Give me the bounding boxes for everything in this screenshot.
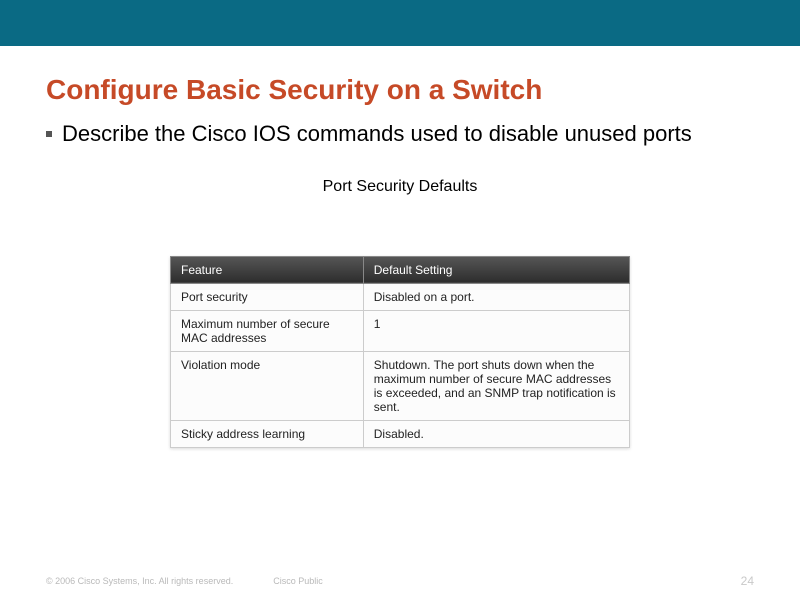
bullet-text: Describe the Cisco IOS commands used to … [62,120,692,148]
cell-setting: Disabled. [363,420,629,447]
footer-left: © 2006 Cisco Systems, Inc. All rights re… [46,576,323,586]
col-header-setting: Default Setting [363,256,629,283]
bullet-item: Describe the Cisco IOS commands used to … [46,120,754,148]
footer-label: Cisco Public [273,576,323,586]
table-row: Violation mode Shutdown. The port shuts … [171,351,630,420]
table-row: Sticky address learning Disabled. [171,420,630,447]
slide-content: Configure Basic Security on a Switch Des… [0,46,800,448]
slide-title: Configure Basic Security on a Switch [46,74,754,106]
col-header-feature: Feature [171,256,364,283]
table-row: Maximum number of secure MAC addresses 1 [171,310,630,351]
table-header-row: Feature Default Setting [171,256,630,283]
figure-container: Port Security Defaults Feature Default S… [46,178,754,448]
cell-feature: Violation mode [171,351,364,420]
footer-copyright: © 2006 Cisco Systems, Inc. All rights re… [46,576,233,586]
cell-feature: Port security [171,283,364,310]
cell-feature: Maximum number of secure MAC addresses [171,310,364,351]
page-number: 24 [741,574,754,588]
cell-setting: Disabled on a port. [363,283,629,310]
cell-feature: Sticky address learning [171,420,364,447]
top-accent-bar [0,0,800,46]
cell-setting: 1 [363,310,629,351]
figure-title: Port Security Defaults [46,178,754,196]
cell-setting: Shutdown. The port shuts down when the m… [363,351,629,420]
bullet-marker-icon [46,131,52,137]
table-row: Port security Disabled on a port. [171,283,630,310]
slide-footer: © 2006 Cisco Systems, Inc. All rights re… [0,574,800,588]
port-security-table: Feature Default Setting Port security Di… [170,256,630,448]
